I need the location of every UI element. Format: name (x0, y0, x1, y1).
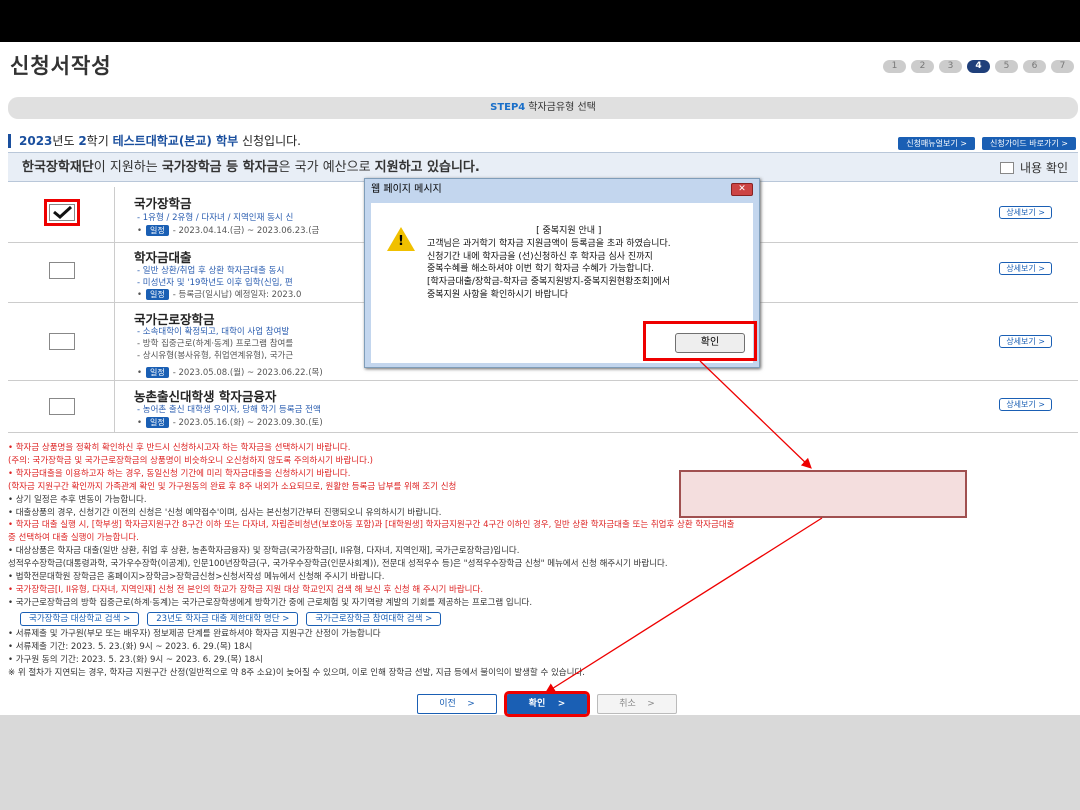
arrow-to-annotation (699, 360, 812, 469)
arrow-to-ok-button (544, 517, 823, 694)
annotation-arrows (544, 360, 823, 694)
